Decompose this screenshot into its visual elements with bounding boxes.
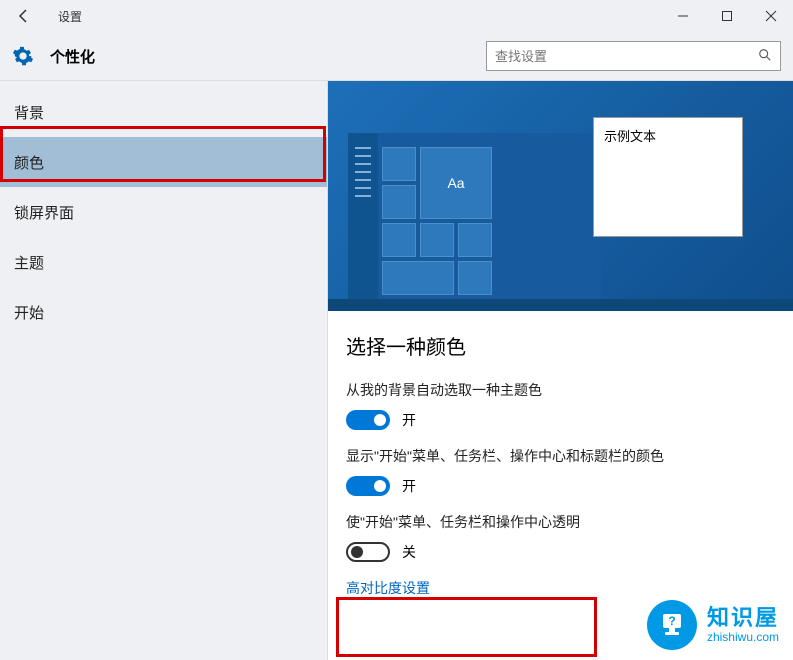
sidebar-item-label: 背景 [14,102,44,123]
toggle-state: 开 [402,410,416,430]
setting-label: 使"开始"菜单、任务栏和操作中心透明 [346,512,769,532]
sidebar-item-label: 颜色 [14,152,44,173]
preview-start-window: Aa [348,133,601,310]
gear-icon [12,45,34,67]
sidebar-item-theme[interactable]: 主题 [0,237,327,287]
window-title: 设置 [58,8,82,25]
setting-show-color: 显示"开始"菜单、任务栏、操作中心和标题栏的颜色 开 [346,446,769,496]
page-title: 个性化 [50,46,95,67]
arrow-left-icon [16,8,32,24]
preview-sample-window: 示例文本 [593,117,743,237]
toggle-show-color[interactable] [346,476,390,496]
window-controls [661,0,793,32]
watermark-icon: ? [647,600,697,650]
search-icon [758,48,772,65]
setting-auto-color: 从我的背景自动选取一种主题色 开 [346,380,769,430]
sidebar-item-label: 开始 [14,302,44,323]
sidebar-item-lockscreen[interactable]: 锁屏界面 [0,187,327,237]
setting-label: 显示"开始"菜单、任务栏、操作中心和标题栏的颜色 [346,446,769,466]
svg-text:?: ? [668,614,675,628]
annotation-highlight-transparency [336,597,597,657]
link-high-contrast[interactable]: 高对比度设置 [346,578,769,598]
sidebar-item-label: 主题 [14,252,44,273]
sidebar-item-start[interactable]: 开始 [0,287,327,337]
toggle-state: 关 [402,542,416,562]
titlebar: 设置 [0,0,793,32]
toggle-transparency[interactable] [346,542,390,562]
sidebar-item-background[interactable]: 背景 [0,87,327,137]
toggle-state: 开 [402,476,416,496]
search-input[interactable] [495,49,758,64]
sidebar: 背景 颜色 锁屏界面 主题 开始 [0,81,327,660]
toggle-auto-color[interactable] [346,410,390,430]
content-pane: Aa 示例文本 选择一种颜色 从我的背景自动选取一种主题色 [327,81,793,660]
sidebar-item-label: 锁屏界面 [14,202,74,223]
section-title: 选择一种颜色 [346,331,769,360]
watermark-title: 知识屋 [707,606,779,630]
search-box[interactable] [486,41,781,71]
minimize-icon [677,10,689,22]
preview-taskbar [328,299,793,311]
main-area: 背景 颜色 锁屏界面 主题 开始 Aa [0,80,793,660]
maximize-icon [721,10,733,22]
sidebar-item-color[interactable]: 颜色 [0,137,327,187]
close-icon [765,10,777,22]
settings-section: 选择一种颜色 从我的背景自动选取一种主题色 开 显示"开始"菜单、任务栏、操作中… [328,311,793,608]
sample-text: 示例文本 [604,129,656,144]
maximize-button[interactable] [705,0,749,32]
close-button[interactable] [749,0,793,32]
watermark: ? 知识屋 zhishiwu.com [647,600,779,650]
setting-label: 从我的背景自动选取一种主题色 [346,380,769,400]
preview-sidebar [348,133,378,310]
header: 个性化 [0,32,793,80]
preview-aa-label: Aa [447,175,464,191]
watermark-url: zhishiwu.com [707,631,779,644]
preview-panel: Aa 示例文本 [328,81,793,311]
setting-transparency: 使"开始"菜单、任务栏和操作中心透明 关 [346,512,769,562]
minimize-button[interactable] [661,0,705,32]
back-button[interactable] [8,0,40,32]
